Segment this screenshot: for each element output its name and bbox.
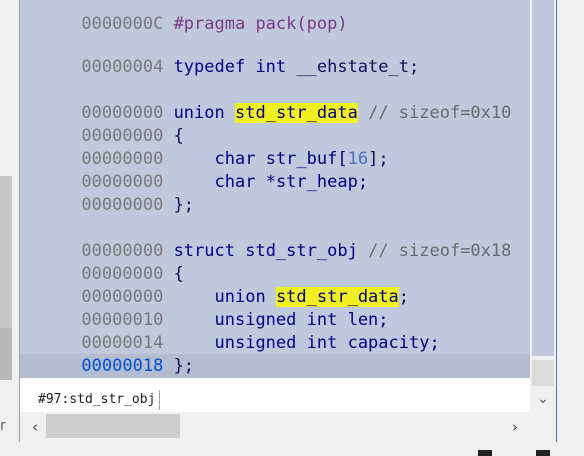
member-name[interactable]: capacity; bbox=[348, 333, 440, 353]
line-address: 0000000C bbox=[81, 14, 164, 34]
code-line[interactable]: 00000000 char str_buf[16]; bbox=[20, 125, 388, 169]
chevron-down-icon[interactable]: ⌄ bbox=[534, 390, 552, 408]
comment: // sizeof=0x10 bbox=[368, 103, 512, 123]
status-bar: #97:std_str_obj bbox=[20, 378, 530, 412]
code-line[interactable]: 00000000 struct std_str_obj // sizeof=0x… bbox=[20, 217, 511, 261]
code-line[interactable]: 00000000 union std_str_data // sizeof=0x… bbox=[20, 79, 511, 123]
code-view[interactable]: 0000000C #pragma pack(pop) 00000004 type… bbox=[20, 0, 530, 378]
code-line-current[interactable]: 00000018 }; bbox=[20, 332, 194, 376]
code-line[interactable]: 00000000 union std_str_data; bbox=[20, 263, 409, 307]
brace: }; bbox=[173, 195, 195, 215]
line-address: 00000004 bbox=[81, 57, 164, 77]
brace: }; bbox=[173, 356, 195, 376]
vertical-scroll-track-lower[interactable] bbox=[532, 360, 554, 386]
member-name[interactable]: *str_heap; bbox=[266, 172, 368, 192]
code-line[interactable]: 00000000 { bbox=[20, 102, 183, 146]
code-line[interactable]: 00000014 unsigned int capacity; bbox=[20, 309, 439, 353]
type-name-highlighted[interactable]: std_str_data bbox=[235, 103, 358, 123]
code-line[interactable]: 00000000 }; bbox=[20, 171, 194, 215]
line-address-current: 00000018 bbox=[81, 356, 164, 376]
left-panel-bar-lower bbox=[0, 328, 12, 380]
line-address: 00000000 bbox=[81, 195, 164, 215]
code-line[interactable]: 00000000 { bbox=[20, 240, 183, 284]
chevron-left-icon[interactable]: ‹ bbox=[26, 418, 44, 436]
typedef-name: __ehstate_t; bbox=[286, 57, 420, 77]
horizontal-scrollbar[interactable]: ‹ › bbox=[20, 412, 556, 442]
pragma-directive: #pragma pack(pop) bbox=[173, 14, 348, 34]
window-bottom-edge bbox=[0, 444, 584, 456]
keyword: char bbox=[214, 172, 256, 192]
code-line[interactable]: 0000000C #pragma pack(pop) bbox=[20, 0, 347, 34]
comment: // sizeof=0x18 bbox=[368, 241, 512, 261]
taskbar-fragment bbox=[536, 450, 550, 456]
type-name[interactable]: std_str_obj bbox=[245, 241, 358, 261]
left-panel-fragment: r bbox=[0, 418, 6, 434]
taskbar-fragment bbox=[478, 450, 492, 456]
vertical-scrollbar[interactable]: ⌄ bbox=[530, 0, 556, 412]
code-line[interactable]: 00000004 typedef int __ehstate_t; bbox=[20, 33, 419, 77]
chevron-right-icon[interactable]: › bbox=[506, 418, 524, 436]
location-indicator: #97:std_str_obj bbox=[34, 390, 161, 410]
horizontal-scroll-thumb[interactable] bbox=[46, 414, 180, 438]
vertical-scroll-thumb[interactable] bbox=[532, 0, 554, 356]
punctuation: ]; bbox=[368, 149, 389, 169]
code-line[interactable]: 00000010 unsigned int len; bbox=[20, 286, 388, 330]
punctuation: ; bbox=[398, 287, 410, 307]
local-types-pane: 0000000C #pragma pack(pop) 00000004 type… bbox=[19, 0, 557, 442]
keyword: typedef int bbox=[173, 57, 287, 77]
left-panel-bar bbox=[0, 176, 12, 328]
left-panel-edge: r bbox=[0, 0, 19, 456]
code-line[interactable]: 00000000 char *str_heap; bbox=[20, 148, 368, 192]
keyword: unsigned int bbox=[214, 333, 338, 353]
